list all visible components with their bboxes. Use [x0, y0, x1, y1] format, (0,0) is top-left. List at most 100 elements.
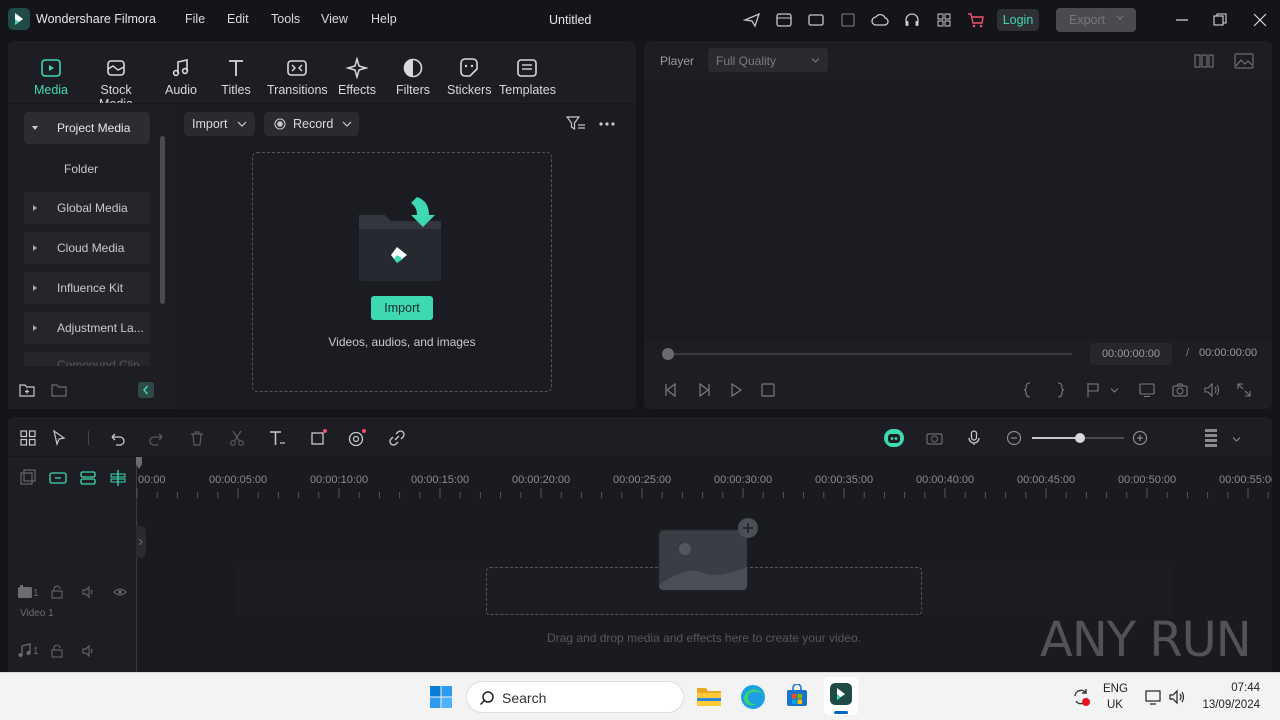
windows-start-icon[interactable] — [429, 685, 453, 709]
eye-visibility-icon[interactable] — [113, 585, 127, 599]
speaker-volume-icon[interactable] — [1168, 688, 1186, 706]
menu-view[interactable]: View — [321, 12, 348, 26]
restore-button[interactable] — [1210, 10, 1230, 30]
fullscreen-icon[interactable] — [1235, 381, 1253, 399]
menu-edit[interactable]: Edit — [227, 12, 249, 26]
add-track-icon[interactable] — [19, 469, 37, 487]
sidebar-item-project-media[interactable]: Project Media — [24, 112, 150, 144]
camera-icon[interactable] — [1171, 381, 1189, 399]
tab-stickers[interactable]: Stickers — [447, 57, 491, 97]
zoom-in-icon[interactable] — [1131, 429, 1149, 447]
chevron-down-icon[interactable] — [1232, 436, 1241, 443]
select-pointer-icon[interactable] — [51, 429, 69, 447]
sidebar-item-influence-kit[interactable]: Influence Kit — [24, 272, 150, 304]
add-media-plus-icon[interactable] — [738, 518, 758, 538]
zoom-out-icon[interactable] — [1005, 429, 1023, 447]
grid-apps-icon[interactable] — [935, 11, 953, 29]
play-icon[interactable] — [727, 381, 745, 399]
microphone-icon[interactable] — [965, 429, 983, 447]
sidebar-item-compound-clip[interactable]: Compound Clip — [24, 352, 150, 366]
taskbar-filmora-button[interactable] — [824, 677, 858, 715]
sidebar-scrollbar[interactable] — [160, 136, 165, 304]
marker-flag-icon[interactable] — [1084, 381, 1102, 399]
microsoft-store-icon[interactable] — [785, 684, 809, 708]
login-button[interactable]: Login — [997, 9, 1039, 31]
playback-track[interactable] — [668, 353, 1072, 355]
folder-icon[interactable] — [51, 382, 67, 398]
edge-browser-icon[interactable] — [740, 684, 766, 710]
auto-ripple-icon[interactable] — [109, 469, 127, 487]
undo-icon[interactable] — [108, 429, 126, 447]
magnet-snap-icon[interactable] — [79, 469, 97, 487]
previous-frame-icon[interactable] — [662, 381, 680, 399]
mark-out-icon[interactable] — [1051, 381, 1069, 399]
sidebar-item-adjustment-layer[interactable]: Adjustment La... — [24, 312, 150, 344]
menu-file[interactable]: File — [185, 12, 205, 26]
filter-sort-icon[interactable] — [566, 115, 586, 133]
cloud-upload-icon[interactable] — [871, 11, 889, 29]
zoom-slider-handle[interactable] — [1075, 433, 1085, 443]
redo-icon[interactable] — [148, 429, 166, 447]
layout-grid-icon[interactable] — [1194, 53, 1214, 69]
new-folder-icon[interactable] — [19, 382, 35, 398]
collapse-tracks-handle[interactable] — [136, 526, 146, 558]
tab-effects[interactable]: Effects — [336, 57, 378, 97]
menu-help[interactable]: Help — [371, 12, 397, 26]
quality-dropdown[interactable]: Full Quality — [708, 48, 828, 72]
sync-alert-icon[interactable] — [1071, 687, 1091, 707]
lock-icon[interactable] — [50, 644, 64, 658]
tab-transitions[interactable]: Transitions — [267, 57, 328, 97]
track-height-icon[interactable] — [1202, 428, 1220, 448]
camera-ai-icon[interactable] — [925, 429, 943, 447]
chevron-down-icon[interactable] — [1110, 387, 1119, 394]
language-bottom[interactable]: UK — [1107, 699, 1123, 711]
tab-filters[interactable]: Filters — [392, 57, 434, 97]
close-button[interactable] — [1250, 10, 1270, 30]
text-title-icon[interactable] — [268, 429, 286, 447]
media-box-icon[interactable] — [775, 11, 793, 29]
snapshot-image-icon[interactable] — [1234, 52, 1254, 70]
link-clips-icon[interactable] — [49, 469, 67, 487]
import-dropzone[interactable]: Import Videos, audios, and images — [252, 152, 552, 392]
tab-templates[interactable]: Templates — [499, 57, 556, 97]
import-dropdown[interactable]: Import — [184, 112, 255, 136]
mark-in-icon[interactable] — [1019, 381, 1037, 399]
menu-tools[interactable]: Tools — [271, 12, 300, 26]
monitor-icon[interactable] — [807, 11, 825, 29]
collapse-sidebar-button[interactable] — [138, 382, 154, 398]
layout-switch-icon[interactable] — [19, 429, 37, 447]
sidebar-item-cloud-media[interactable]: Cloud Media — [24, 232, 150, 264]
save-icon[interactable] — [839, 11, 857, 29]
taskbar-search-box[interactable]: Search — [466, 681, 684, 713]
display-icon[interactable] — [1138, 381, 1156, 399]
scissors-icon[interactable] — [228, 429, 246, 447]
minimize-button[interactable] — [1172, 10, 1192, 30]
mute-speaker-icon[interactable] — [82, 585, 96, 599]
clock-date[interactable]: 13/09/2024 — [1196, 699, 1260, 711]
sidebar-item-global-media[interactable]: Global Media — [24, 192, 150, 224]
crop-icon[interactable] — [309, 429, 327, 447]
send-icon[interactable] — [743, 11, 761, 29]
link-icon[interactable] — [388, 429, 406, 447]
record-dropdown[interactable]: Record — [264, 112, 359, 136]
more-options-icon[interactable] — [598, 121, 616, 127]
playhead-handle[interactable] — [662, 348, 674, 360]
stop-icon[interactable] — [759, 381, 777, 399]
current-time-box[interactable]: 00:00:00:00 — [1090, 343, 1172, 365]
lock-icon[interactable] — [50, 585, 64, 599]
volume-icon[interactable] — [1203, 381, 1221, 399]
headset-icon[interactable] — [903, 11, 921, 29]
file-explorer-icon[interactable] — [696, 684, 722, 708]
delete-icon[interactable] — [188, 429, 206, 447]
ai-effect-icon[interactable] — [347, 429, 366, 447]
clock-time[interactable]: 07:44 — [1200, 682, 1260, 694]
cart-icon[interactable] — [967, 11, 985, 29]
network-icon[interactable] — [1144, 688, 1162, 706]
sidebar-folder[interactable]: Folder — [64, 162, 98, 176]
import-button[interactable]: Import — [371, 296, 433, 320]
mute-speaker-icon[interactable] — [82, 644, 96, 658]
export-button[interactable]: Export — [1056, 8, 1136, 32]
ai-mascot-icon[interactable] — [884, 429, 904, 447]
next-frame-icon[interactable] — [695, 381, 713, 399]
tab-audio[interactable]: Audio — [160, 57, 202, 97]
